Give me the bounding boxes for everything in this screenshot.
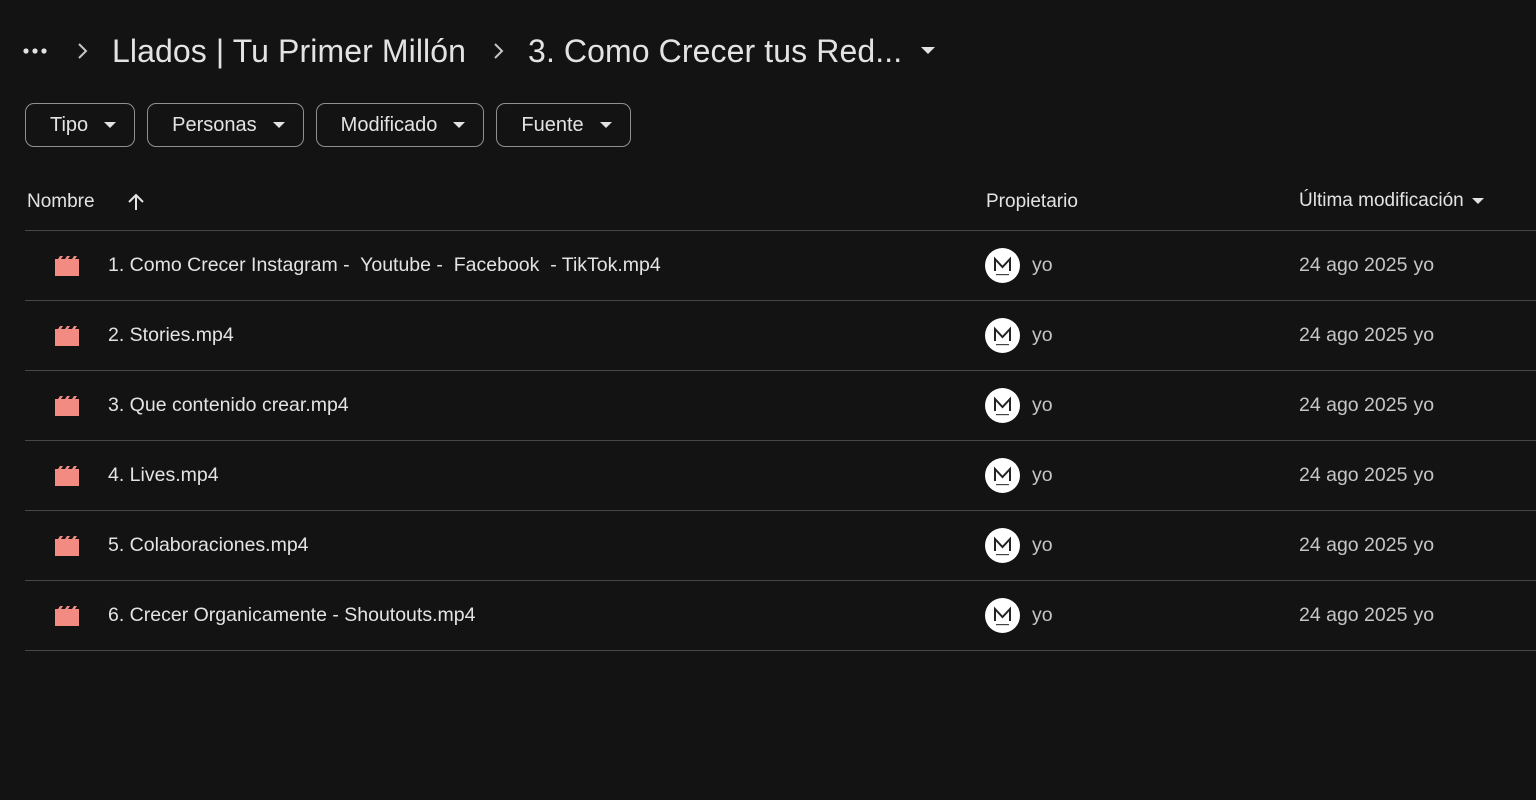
owner-avatar-logo [994,326,1011,346]
breadcrumb: Llados | Tu Primer Millón 3. Como Crecer… [20,26,936,76]
video-file-icon [55,326,79,346]
column-modified-label: Última modificación [1299,190,1464,211]
file-modified: 24 ago 2025 yo [1299,254,1434,277]
file-owner: yo [1032,604,1053,626]
owner-avatar [985,458,1020,493]
column-name-label: Nombre [27,191,95,212]
owner-avatar [985,598,1020,633]
filter-source-chip[interactable]: Fuente [496,103,631,147]
caret-down-icon [104,121,117,129]
column-header-name[interactable]: Nombre [27,191,145,213]
more-horizontal-icon[interactable] [20,33,50,69]
modified-date: 24 ago 2025 [1299,254,1408,276]
file-owner: yo [1032,464,1053,486]
file-row[interactable]: 3. Que contenido crear.mp4 yo 24 ago 202… [25,371,1536,441]
video-file-icon [55,466,79,486]
owner-avatar-logo [994,606,1011,626]
modified-by: yo [1413,604,1435,626]
file-owner: yo [1032,324,1053,346]
file-name: 3. Que contenido crear.mp4 [108,394,349,416]
video-file-icon [55,396,79,416]
modified-date: 24 ago 2025 [1299,464,1408,486]
file-row[interactable]: 6. Crecer Organicamente - Shoutouts.mp4 … [25,581,1536,651]
file-name: 5. Colaboraciones.mp4 [108,534,309,556]
breadcrumb-parent-folder[interactable]: Llados | Tu Primer Millón [112,33,466,70]
owner-avatar [985,318,1020,353]
video-file-icon [55,256,79,276]
modified-date: 24 ago 2025 [1299,534,1408,556]
owner-avatar [985,248,1020,283]
chevron-right-icon [68,42,96,60]
file-list: 1. Como Crecer Instagram - Youtube - Fac… [25,230,1536,651]
file-owner: yo [1032,394,1053,416]
file-name: 4. Lives.mp4 [108,464,219,486]
filter-chip-label: Fuente [521,113,584,136]
file-owner: yo [1032,534,1053,556]
file-owner: yo [1032,254,1053,276]
video-file-icon [55,536,79,556]
modified-date: 24 ago 2025 [1299,604,1408,626]
caret-down-icon [453,121,466,129]
caret-down-icon [1471,197,1484,205]
modified-by: yo [1413,394,1435,416]
file-row[interactable]: 1. Como Crecer Instagram - Youtube - Fac… [25,231,1536,301]
modified-by: yo [1413,254,1435,276]
file-list-header: Nombre Propietario Última modificación [0,178,1536,230]
filter-people-chip[interactable]: Personas [147,103,304,147]
filter-chip-label: Personas [172,113,257,136]
filter-chip-label: Modificado [340,113,438,136]
current-folder-menu[interactable]: 3. Como Crecer tus Red... [528,33,936,70]
modified-by: yo [1413,464,1435,486]
caret-down-icon [272,121,285,129]
file-name: 2. Stories.mp4 [108,324,234,346]
modified-by: yo [1413,324,1435,346]
modified-date: 24 ago 2025 [1299,394,1408,416]
arrow-up-icon[interactable] [127,192,145,212]
owner-avatar-logo [994,256,1011,276]
owner-avatar [985,528,1020,563]
current-folder-title: 3. Como Crecer tus Red... [528,32,903,69]
file-row[interactable]: 5. Colaboraciones.mp4 yo 24 ago 2025 yo [25,511,1536,581]
caret-down-icon [920,46,936,56]
file-modified: 24 ago 2025 yo [1299,324,1434,347]
owner-avatar-logo [994,536,1011,556]
modified-date: 24 ago 2025 [1299,324,1408,346]
chevron-right-icon [484,42,512,60]
owner-avatar [985,388,1020,423]
file-modified: 24 ago 2025 yo [1299,394,1434,417]
column-header-modified[interactable]: Última modificación [1299,190,1484,212]
file-modified: 24 ago 2025 yo [1299,464,1434,487]
filter-type-chip[interactable]: Tipo [25,103,136,147]
file-name: 6. Crecer Organicamente - Shoutouts.mp4 [108,604,476,626]
owner-avatar-logo [994,466,1011,486]
modified-by: yo [1413,534,1435,556]
filter-bar: Tipo Personas Modificado Fuente [25,103,631,147]
file-modified: 24 ago 2025 yo [1299,604,1434,627]
column-header-owner: Propietario [986,191,1078,212]
owner-avatar-logo [994,396,1011,416]
caret-down-icon [599,121,612,129]
file-modified: 24 ago 2025 yo [1299,534,1434,557]
video-file-icon [55,606,79,626]
file-name: 1. Como Crecer Instagram - Youtube - Fac… [108,254,661,276]
file-row[interactable]: 2. Stories.mp4 yo 24 ago 2025 yo [25,301,1536,371]
file-row[interactable]: 4. Lives.mp4 yo 24 ago 2025 yo [25,441,1536,511]
filter-modified-chip[interactable]: Modificado [315,103,485,147]
filter-chip-label: Tipo [50,113,89,136]
